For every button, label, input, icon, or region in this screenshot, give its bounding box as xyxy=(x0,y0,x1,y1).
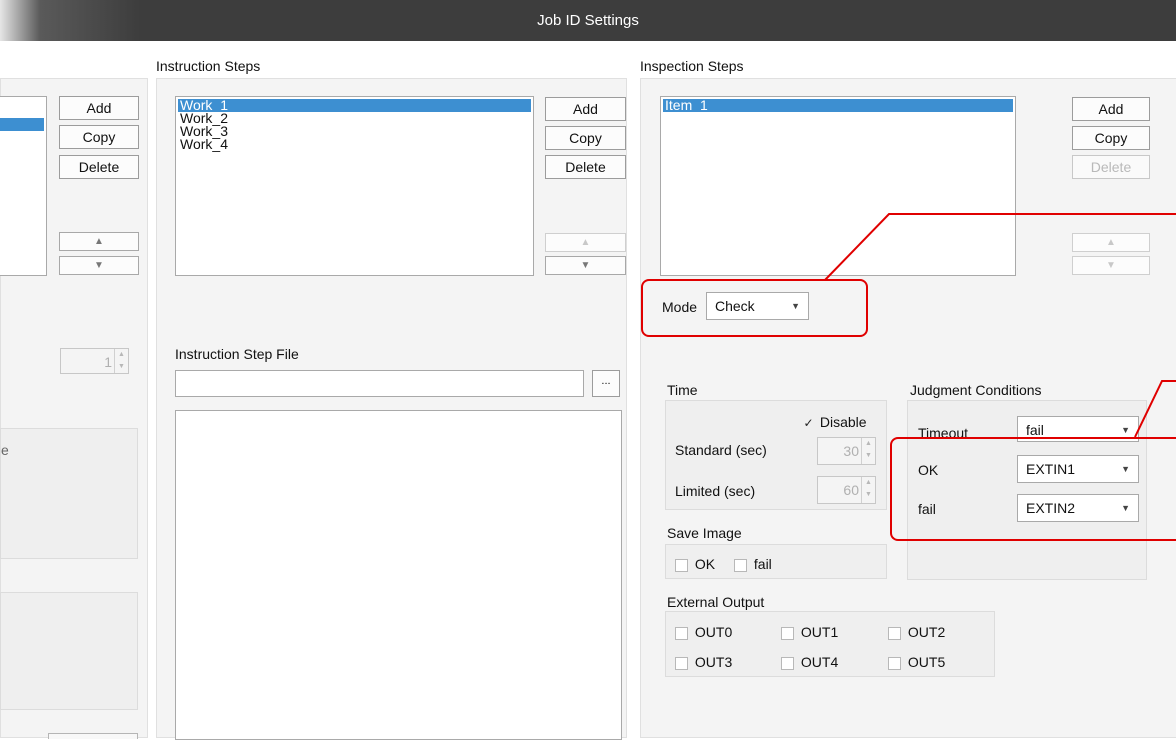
disable-checkbox[interactable]: ✓ Disable xyxy=(803,414,867,430)
checkbox-icon[interactable] xyxy=(734,558,747,572)
save-image-group: OK fail xyxy=(665,544,887,579)
external-output-group: OUT0 OUT1 OUT2 OUT3 OUT4 OUT5 xyxy=(665,611,995,677)
left-copy-button[interactable]: Copy xyxy=(59,125,139,149)
spin-arrows-icon[interactable]: ▲ ▼ xyxy=(114,349,128,373)
instruction-delete-button[interactable]: Delete xyxy=(545,155,626,179)
list-item[interactable]: Work_4 xyxy=(178,137,531,151)
out1-label: OUT1 xyxy=(800,624,839,640)
judgment-conditions-label: Judgment Conditions xyxy=(910,382,1042,398)
arrow-up-icon: ▲ xyxy=(1106,237,1116,248)
instruction-step-preview-area xyxy=(175,410,622,740)
instruction-steps-header: Instruction Steps xyxy=(156,58,261,74)
left-spin-box[interactable]: 1 ▲ ▼ xyxy=(60,348,129,374)
arrow-down-icon: ▼ xyxy=(94,260,104,271)
left-move-up-button[interactable]: ▲ xyxy=(59,232,139,251)
checkbox-icon[interactable] xyxy=(781,626,794,640)
mode-highlight-box xyxy=(641,279,868,337)
left-partial-label: e xyxy=(1,442,9,458)
checkbox-icon[interactable] xyxy=(675,626,688,640)
arrow-down-icon: ▼ xyxy=(1106,260,1116,271)
time-label: Time xyxy=(667,382,698,398)
out2-checkbox[interactable]: OUT2 xyxy=(888,624,945,640)
list-item[interactable]: Work_2 xyxy=(178,111,531,125)
instruction-steps-list[interactable]: Work_1 Work_2 Work_3 Work_4 xyxy=(175,96,534,276)
left-delete-button[interactable]: Delete xyxy=(59,155,139,179)
standard-sec-label: Standard (sec) xyxy=(675,442,767,458)
inspection-steps-header: Inspection Steps xyxy=(640,58,744,74)
inspection-steps-list[interactable]: Item_1 xyxy=(660,96,1016,276)
limited-sec-label: Limited (sec) xyxy=(675,483,756,499)
external-output-label: External Output xyxy=(667,594,765,610)
arrow-up-icon: ▲ xyxy=(580,237,591,248)
list-item[interactable]: Work_3 xyxy=(178,124,531,138)
out0-label: OUT0 xyxy=(694,624,733,640)
save-image-label: Save Image xyxy=(667,525,742,541)
out4-checkbox[interactable]: OUT4 xyxy=(781,654,838,670)
inspection-copy-button[interactable]: Copy xyxy=(1072,126,1150,150)
instruction-move-down-button[interactable]: ▼ xyxy=(545,256,626,275)
left-bottom-button[interactable] xyxy=(48,733,138,739)
inspection-move-up-button[interactable]: ▲ xyxy=(1072,233,1150,252)
save-image-ok-checkbox[interactable]: OK xyxy=(675,556,715,572)
out5-checkbox[interactable]: OUT5 xyxy=(888,654,945,670)
standard-sec-value: 30 xyxy=(843,443,859,459)
checkbox-icon[interactable] xyxy=(888,656,901,670)
disable-label: Disable xyxy=(819,414,867,430)
out1-checkbox[interactable]: OUT1 xyxy=(781,624,838,640)
out2-label: OUT2 xyxy=(907,624,946,640)
arrow-down-icon: ▼ xyxy=(580,260,591,271)
out5-label: OUT5 xyxy=(907,654,946,670)
checkbox-icon[interactable] xyxy=(675,558,688,572)
inspection-add-button[interactable]: Add xyxy=(1072,97,1150,121)
arrow-up-icon: ▲ xyxy=(94,236,104,247)
list-item[interactable]: Work_1 xyxy=(178,98,531,112)
list-item[interactable]: Item_1 xyxy=(663,98,1013,112)
out4-label: OUT4 xyxy=(800,654,839,670)
window-title-bar: Job ID Settings xyxy=(0,0,1176,41)
spin-arrows-icon[interactable]: ▲ ▼ xyxy=(861,477,875,503)
instruction-add-button[interactable]: Add xyxy=(545,97,626,121)
out3-checkbox[interactable]: OUT3 xyxy=(675,654,732,670)
checkmark-icon[interactable]: ✓ xyxy=(803,417,814,429)
left-list-selected-item[interactable] xyxy=(0,118,44,131)
left-group-1: e xyxy=(0,428,138,559)
save-image-ok-label: OK xyxy=(694,556,716,572)
limited-sec-value: 60 xyxy=(843,482,859,498)
standard-sec-spin[interactable]: 30 ▲ ▼ xyxy=(817,437,876,465)
save-image-fail-label: fail xyxy=(753,556,772,572)
checkbox-icon[interactable] xyxy=(781,656,794,670)
instruction-move-up-button[interactable]: ▲ xyxy=(545,233,626,252)
inspection-move-down-button[interactable]: ▼ xyxy=(1072,256,1150,275)
window-title: Job ID Settings xyxy=(537,12,639,29)
instruction-step-file-label: Instruction Step File xyxy=(175,346,299,362)
left-group-2 xyxy=(0,592,138,710)
left-list[interactable] xyxy=(0,96,47,276)
left-move-down-button[interactable]: ▼ xyxy=(59,256,139,275)
instruction-copy-button[interactable]: Copy xyxy=(545,126,626,150)
inspection-delete-button[interactable]: Delete xyxy=(1072,155,1150,179)
left-spin-value: 1 xyxy=(104,354,112,370)
save-image-fail-checkbox[interactable]: fail xyxy=(734,556,772,572)
browse-file-button[interactable]: ... xyxy=(592,370,620,397)
out3-label: OUT3 xyxy=(694,654,733,670)
spin-arrows-icon[interactable]: ▲ ▼ xyxy=(861,438,875,464)
left-add-button[interactable]: Add xyxy=(59,96,139,120)
checkbox-icon[interactable] xyxy=(888,626,901,640)
limited-sec-spin[interactable]: 60 ▲ ▼ xyxy=(817,476,876,504)
instruction-step-file-input[interactable] xyxy=(175,370,584,397)
out0-checkbox[interactable]: OUT0 xyxy=(675,624,732,640)
judgment-highlight-box xyxy=(890,437,1176,541)
checkbox-icon[interactable] xyxy=(675,656,688,670)
